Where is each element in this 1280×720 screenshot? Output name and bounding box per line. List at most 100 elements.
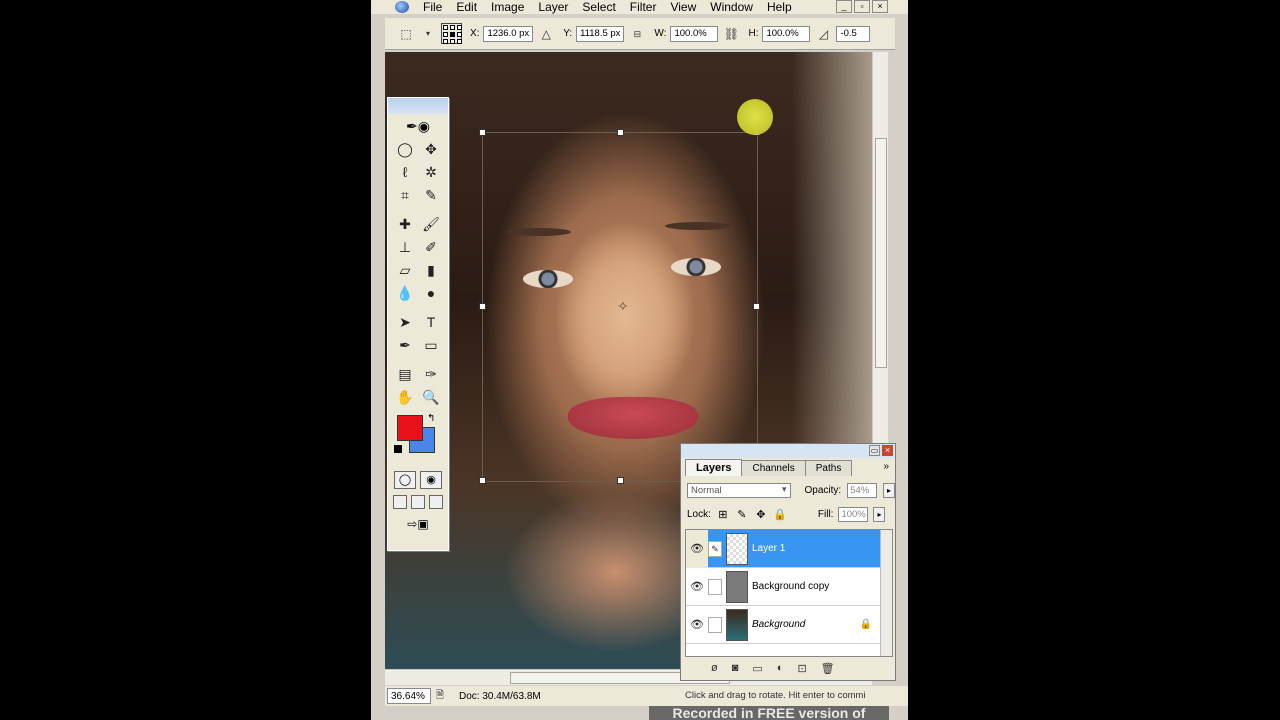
x-input[interactable]: 1236.0 px	[483, 25, 534, 42]
feather-logo-icon[interactable]: ✒◉	[388, 114, 448, 138]
menu-edit[interactable]: Edit	[450, 0, 485, 14]
ref-point[interactable]	[450, 39, 455, 44]
ref-point[interactable]	[450, 25, 455, 30]
tab-paths[interactable]: Paths	[804, 460, 853, 476]
standard-mode-button[interactable]: ◯	[394, 471, 416, 489]
layer-row-background-copy[interactable]: 👁 Background copy	[686, 568, 880, 606]
menu-layer[interactable]: Layer	[532, 0, 576, 14]
h-input[interactable]: 100.0%	[762, 25, 811, 42]
layer-name[interactable]: Background	[752, 619, 805, 630]
tab-layers[interactable]: Layers	[685, 459, 743, 476]
w-input[interactable]: 100.0%	[670, 25, 719, 42]
ref-point[interactable]	[443, 32, 448, 37]
menu-filter[interactable]: Filter	[624, 0, 665, 14]
lock-all-icon[interactable]: 🔒	[773, 508, 787, 521]
ref-point[interactable]	[443, 39, 448, 44]
lasso-tool-icon[interactable]: ℓ	[392, 161, 418, 184]
foreground-color-swatch[interactable]	[397, 415, 423, 441]
layer-name[interactable]: Background copy	[752, 581, 829, 592]
fill-input[interactable]: 100%	[838, 506, 869, 522]
magic-wand-tool-icon[interactable]: ✲	[418, 161, 444, 184]
zoom-field[interactable]: 36.64%	[387, 688, 431, 704]
healing-brush-tool-icon[interactable]: ✚	[392, 213, 418, 236]
link-icon[interactable]: ⛓	[722, 26, 740, 42]
handle-top-center[interactable]	[617, 129, 624, 136]
swap-colors-icon[interactable]: ↰	[427, 413, 435, 424]
move-tool-icon[interactable]: ✥	[418, 138, 444, 161]
lock-position-icon[interactable]: ✥	[754, 508, 768, 521]
handle-top-left[interactable]	[479, 129, 486, 136]
menu-help[interactable]: Help	[761, 0, 800, 14]
handle-bottom-left[interactable]	[479, 477, 486, 484]
panel-minimize-button[interactable]: ▭	[869, 445, 880, 456]
menu-window[interactable]: Window	[704, 0, 761, 14]
zoom-tool-icon[interactable]: 🔍	[418, 386, 444, 409]
notes-tool-icon[interactable]: ▤	[392, 363, 418, 386]
default-colors-icon[interactable]	[394, 445, 402, 453]
layer-row-layer-1[interactable]: 👁 ✎ Layer 1	[686, 529, 880, 568]
layer-mask-icon[interactable]: ◙	[732, 662, 739, 675]
new-layer-icon[interactable]: ⊡	[797, 662, 806, 675]
layer-name[interactable]: Layer 1	[752, 543, 785, 554]
shape-tool-icon[interactable]: ▭	[418, 334, 444, 357]
link-box-icon[interactable]	[708, 578, 722, 595]
marquee-tool-icon[interactable]: ◯	[392, 138, 418, 161]
ref-point[interactable]	[457, 25, 462, 30]
type-tool-icon[interactable]: T	[418, 311, 444, 334]
blend-mode-select[interactable]: Normal	[687, 482, 791, 498]
eyedropper-tool-icon[interactable]: ✑	[418, 363, 444, 386]
opacity-slider-button[interactable]: ▸	[883, 482, 896, 498]
path-selection-tool-icon[interactable]: ➤	[392, 311, 418, 334]
delete-layer-icon[interactable]: 🗑	[821, 662, 835, 675]
visibility-eye-icon[interactable]: 👁	[686, 580, 708, 593]
blur-tool-icon[interactable]: 💧	[392, 282, 418, 305]
reference-point-grid[interactable]	[441, 23, 462, 44]
dodge-tool-icon[interactable]: ●	[418, 282, 444, 305]
ref-point[interactable]	[457, 32, 462, 37]
layer-row-background[interactable]: 👁 Background 🔒	[686, 606, 880, 644]
minimize-button[interactable]: _	[836, 0, 852, 13]
hand-tool-icon[interactable]: ✋	[392, 386, 418, 409]
handle-middle-right[interactable]	[753, 303, 760, 310]
visibility-eye-icon[interactable]: 👁	[686, 618, 708, 631]
crop-tool-icon[interactable]: ⌗	[392, 184, 418, 207]
layers-panel-titlebar[interactable]: ▭ ×	[681, 444, 895, 458]
tool-preset-arrow-icon[interactable]: ▾	[419, 26, 437, 42]
lock-image-icon[interactable]: ✎	[735, 508, 749, 521]
slice-tool-icon[interactable]: ✎	[418, 184, 444, 207]
brush-tool-icon[interactable]: 🖌	[418, 213, 444, 236]
gradient-tool-icon[interactable]: ▮	[418, 259, 444, 282]
adjustment-layer-icon[interactable]: ◐	[777, 662, 784, 675]
restore-button[interactable]: ▫	[854, 0, 870, 13]
toolbox-titlebar[interactable]	[388, 98, 448, 114]
history-brush-tool-icon[interactable]: ✐	[418, 236, 444, 259]
layer-list-scrollbar[interactable]	[880, 530, 892, 656]
delta-icon[interactable]: △	[537, 26, 555, 42]
clone-stamp-tool-icon[interactable]: ⊥	[392, 236, 418, 259]
brush-link-icon[interactable]: ✎	[708, 540, 722, 557]
handle-middle-left[interactable]	[479, 303, 486, 310]
standard-screen-mode-button[interactable]	[393, 495, 407, 509]
menu-image[interactable]: Image	[485, 0, 532, 14]
visibility-eye-icon[interactable]: 👁	[686, 529, 708, 568]
quick-mask-button[interactable]: ◉	[420, 471, 442, 489]
new-group-icon[interactable]: ▭	[752, 662, 762, 675]
full-screen-mode-button[interactable]	[429, 495, 443, 509]
vertical-scroll-thumb[interactable]	[875, 138, 887, 368]
tab-channels[interactable]: Channels	[741, 460, 806, 476]
jump-to-imageready-icon[interactable]: ⇨▣	[396, 517, 440, 537]
full-screen-menu-mode-button[interactable]	[411, 495, 425, 509]
ref-point[interactable]	[443, 25, 448, 30]
lock-transparency-icon[interactable]: ⊞	[716, 508, 730, 521]
panel-close-button[interactable]: ×	[882, 445, 893, 456]
handle-bottom-center[interactable]	[617, 477, 624, 484]
close-button[interactable]: ×	[872, 0, 888, 13]
menu-select[interactable]: Select	[576, 0, 623, 14]
link-box-icon[interactable]	[708, 616, 722, 633]
pen-tool-icon[interactable]: ✒	[392, 334, 418, 357]
ref-point[interactable]	[457, 39, 462, 44]
fill-slider-button[interactable]: ▸	[873, 506, 886, 522]
eraser-tool-icon[interactable]: ▱	[392, 259, 418, 282]
opacity-input[interactable]: 54%	[847, 482, 878, 498]
angle-input[interactable]: -0.5	[836, 25, 871, 42]
